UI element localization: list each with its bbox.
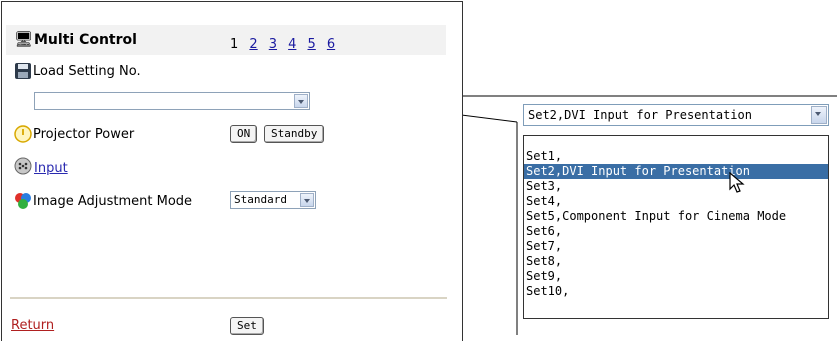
multi-control-icon: 🖥 [14,30,34,48]
power-standby-button[interactable]: Standby [264,125,325,143]
option-set1[interactable]: Set1, [524,149,828,164]
page-title: Multi Control [34,32,137,48]
mouse-cursor-icon [729,172,745,193]
page-4-link[interactable]: 4 [288,37,296,52]
option-set8[interactable]: Set8, [524,254,828,269]
footer-divider [10,297,447,299]
image-mode-value: Standard [234,193,287,206]
power-on-button[interactable]: ON [230,125,258,143]
image-mode-select[interactable]: Standard [230,191,316,209]
color-palette-icon [15,193,31,209]
page-1-current: 1 [230,37,239,52]
load-setting-select[interactable] [34,92,310,110]
option-set7[interactable]: Set7, [524,239,828,254]
option-set4[interactable]: Set4, [524,194,828,209]
option-set10[interactable]: Set10, [524,284,828,299]
load-setting-label: Load Setting No. [33,64,141,79]
image-adjustment-mode-label: Image Adjustment Mode [33,194,193,209]
power-icon [14,125,32,143]
option-set2-highlighted[interactable]: Set2,DVI Input for Presentation [524,164,828,179]
page-navigation: 1 2 3 4 5 6 [230,33,341,52]
option-set3[interactable]: Set3, [524,179,828,194]
set-button[interactable]: Set [230,317,264,335]
chevron-down-icon[interactable] [811,106,827,124]
input-link[interactable]: Input [34,161,68,176]
floppy-disk-icon [15,63,31,79]
option-set9[interactable]: Set9, [524,269,828,284]
return-link[interactable]: Return [11,318,54,333]
chevron-down-icon [300,193,314,207]
page-2-link[interactable]: 2 [249,37,257,52]
page-5-link[interactable]: 5 [308,37,316,52]
option-set6[interactable]: Set6, [524,224,828,239]
setting-options-list: Set1, Set2,DVI Input for Presentation Se… [523,135,829,319]
chevron-down-icon [294,94,308,108]
page-6-link[interactable]: 6 [327,37,335,52]
zoomed-load-setting-select[interactable]: Set2,DVI Input for Presentation [523,104,829,126]
projector-power-label: Projector Power [33,127,135,142]
option-set5[interactable]: Set5,Component Input for Cinema Mode [524,209,828,224]
input-connector-icon [14,157,32,175]
zoomed-select-value: Set2,DVI Input for Presentation [528,108,752,122]
page-3-link[interactable]: 3 [269,37,277,52]
